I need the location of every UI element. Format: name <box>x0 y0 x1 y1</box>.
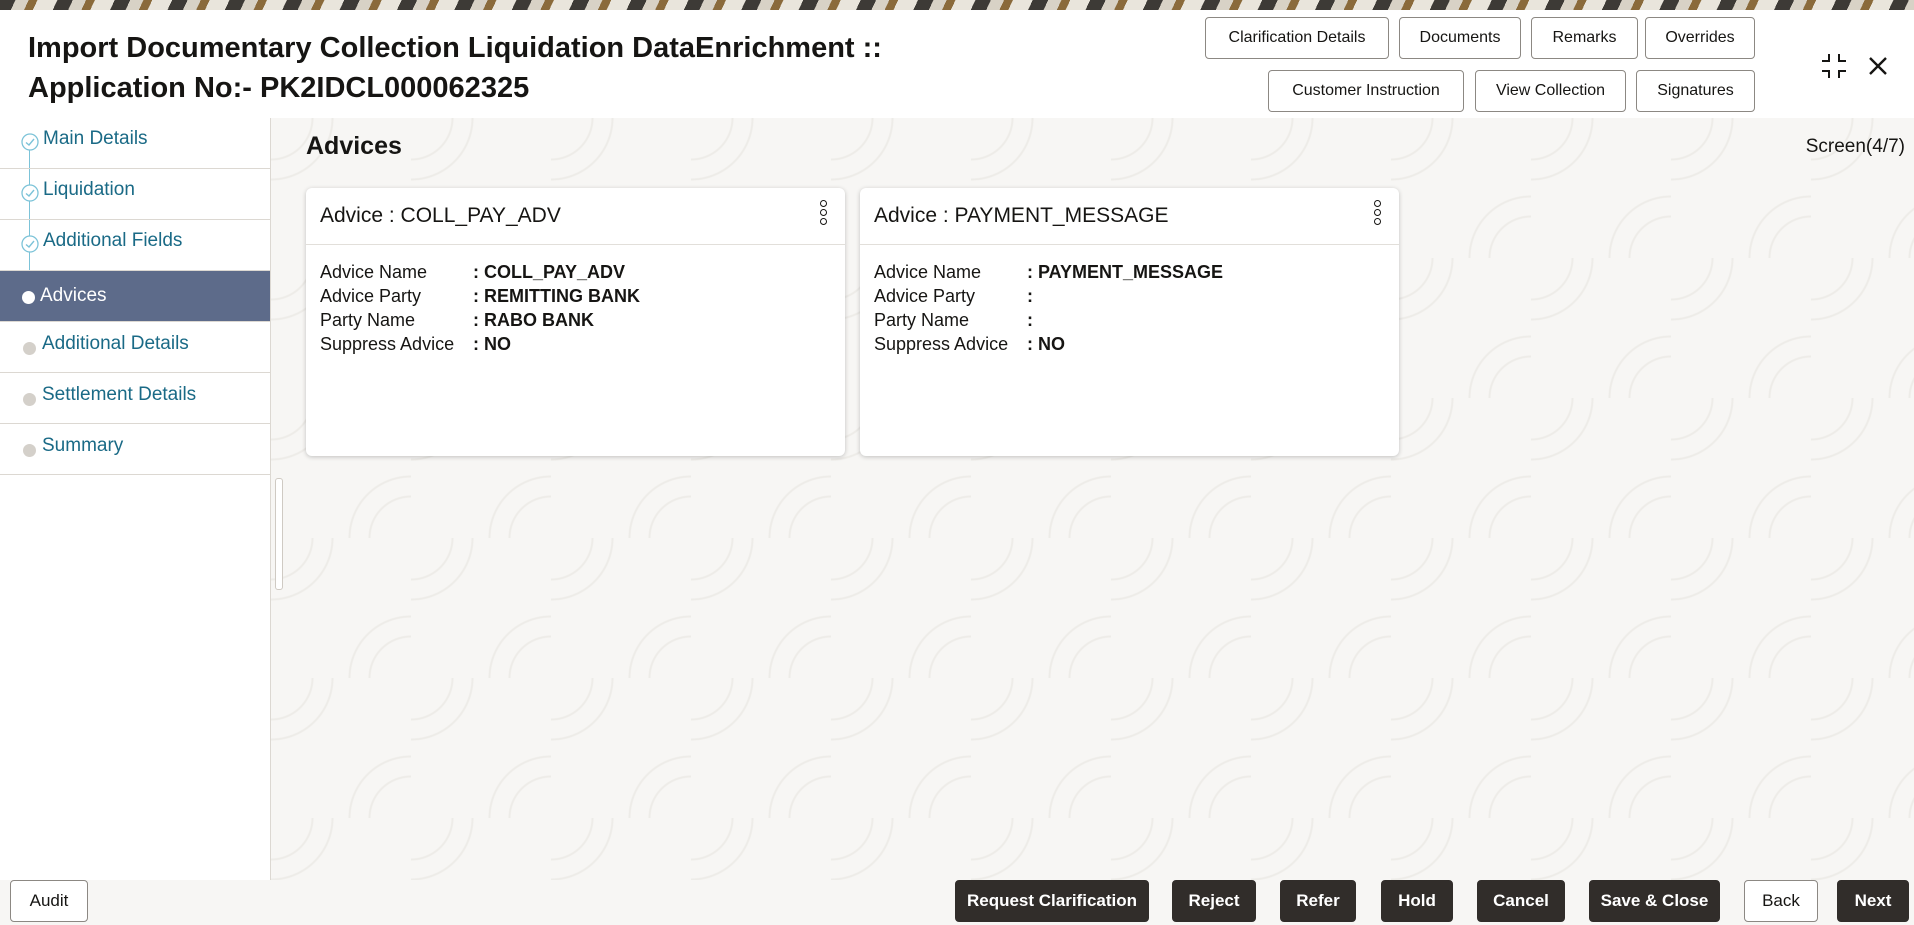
hold-button[interactable]: Hold <box>1381 880 1453 922</box>
step-navigation: Main Details Liquidation Additional Fiel… <box>0 118 271 880</box>
action-footer: Audit Request Clarification Reject Refer… <box>0 880 1914 925</box>
page-title: Import Documentary Collection Liquidatio… <box>28 28 882 108</box>
pending-step-dot-icon <box>23 444 36 457</box>
party-name-label: Party Name <box>874 310 970 330</box>
sidebar-item-label: Settlement Details <box>42 384 197 405</box>
refer-button[interactable]: Refer <box>1280 880 1356 922</box>
party-name-row: Party Name: <box>874 310 1033 330</box>
advice-name-value: PAYMENT_MESSAGE <box>1038 262 1224 282</box>
advice-card-header: Advice : PAYMENT_MESSAGE <box>860 188 1399 245</box>
sidebar-item-additional-details[interactable]: Additional Details <box>0 322 270 373</box>
audit-button[interactable]: Audit <box>10 880 88 922</box>
advice-details: Advice Name: PAYMENT_MESSAGE Advice Part… <box>874 260 1223 356</box>
screen-counter: Screen(4/7) <box>1805 136 1905 157</box>
page-header: Import Documentary Collection Liquidatio… <box>0 10 1914 119</box>
cancel-button[interactable]: Cancel <box>1477 880 1565 922</box>
overrides-button[interactable]: Overrides <box>1645 17 1755 59</box>
advice-name-row: Advice Name: COLL_PAY_ADV <box>320 262 626 282</box>
sidebar-item-label: Main Details <box>43 128 148 149</box>
current-step-dot-icon <box>22 291 35 304</box>
sidebar-item-label: Additional Fields <box>43 230 183 251</box>
clarification-details-button[interactable]: Clarification Details <box>1205 17 1389 59</box>
advice-card: Advice : COLL_PAY_ADV Advice Name: COLL_… <box>306 188 845 456</box>
customer-instruction-button[interactable]: Customer Instruction <box>1268 70 1464 112</box>
advice-party-value: REMITTING BANK <box>484 286 640 306</box>
sidebar-item-main-details[interactable]: Main Details <box>0 118 270 169</box>
suppress-advice-label: Suppress Advice <box>320 334 455 354</box>
close-icon[interactable] <box>1862 50 1894 82</box>
advice-details: Advice Name: COLL_PAY_ADV Advice Party: … <box>320 260 640 356</box>
top-decorative-strip <box>0 0 1914 10</box>
more-options-icon[interactable] <box>817 200 829 232</box>
party-name-value: RABO BANK <box>484 310 594 330</box>
more-options-icon[interactable] <box>1371 200 1383 232</box>
advice-party-row: Advice Party: <box>874 286 1033 306</box>
sidebar-item-label: Advices <box>40 285 107 306</box>
check-circle-icon <box>21 133 39 151</box>
advice-name-label: Advice Name <box>320 262 428 282</box>
sidebar-item-advices[interactable]: Advices <box>0 271 270 322</box>
party-name-row: Party Name: RABO BANK <box>320 310 594 330</box>
remarks-button[interactable]: Remarks <box>1531 17 1638 59</box>
party-name-label: Party Name <box>320 310 416 330</box>
signatures-button[interactable]: Signatures <box>1636 70 1755 112</box>
suppress-advice-row: Suppress Advice: NO <box>874 334 1065 354</box>
advice-name-label: Advice Name <box>874 262 982 282</box>
next-button[interactable]: Next <box>1837 880 1909 922</box>
check-circle-icon <box>21 235 39 253</box>
sidebar-item-settlement-details[interactable]: Settlement Details <box>0 373 270 424</box>
view-collection-button[interactable]: View Collection <box>1475 70 1626 112</box>
sidebar-resize-handle[interactable] <box>275 478 283 590</box>
sidebar-item-label: Additional Details <box>42 333 189 354</box>
advice-card: Advice : PAYMENT_MESSAGE Advice Name: PA… <box>860 188 1399 456</box>
documents-button[interactable]: Documents <box>1399 17 1521 59</box>
save-close-button[interactable]: Save & Close <box>1589 880 1720 922</box>
application-number: Application No:- PK2IDCL000062325 <box>28 72 530 104</box>
advice-party-row: Advice Party: REMITTING BANK <box>320 286 640 306</box>
check-circle-icon <box>21 184 39 202</box>
page-title-line1: Import Documentary Collection Liquidatio… <box>28 32 882 64</box>
sidebar-item-liquidation[interactable]: Liquidation <box>0 169 270 220</box>
sidebar-item-label: Liquidation <box>43 179 135 200</box>
main-content: Advices Screen(4/7) Advice : COLL_PAY_AD… <box>271 118 1914 880</box>
advice-party-label: Advice Party <box>874 286 976 306</box>
back-button[interactable]: Back <box>1744 880 1818 922</box>
advice-name-row: Advice Name: PAYMENT_MESSAGE <box>874 262 1224 282</box>
pending-step-dot-icon <box>23 342 36 355</box>
sidebar-item-summary[interactable]: Summary <box>0 424 270 475</box>
collapse-icon[interactable] <box>1818 50 1850 82</box>
suppress-advice-value: NO <box>1038 334 1065 354</box>
advice-card-header: Advice : COLL_PAY_ADV <box>306 188 845 245</box>
advice-name-value: COLL_PAY_ADV <box>484 262 626 282</box>
section-title: Advices <box>306 132 402 160</box>
suppress-advice-value: NO <box>484 334 511 354</box>
request-clarification-button[interactable]: Request Clarification <box>955 880 1149 922</box>
sidebar-item-additional-fields[interactable]: Additional Fields <box>0 220 270 271</box>
sidebar-item-label: Summary <box>42 435 124 456</box>
reject-button[interactable]: Reject <box>1172 880 1256 922</box>
advice-card-title: Advice : COLL_PAY_ADV <box>320 204 561 227</box>
advice-party-label: Advice Party <box>320 286 422 306</box>
advice-card-title: Advice : PAYMENT_MESSAGE <box>874 204 1169 227</box>
pending-step-dot-icon <box>23 393 36 406</box>
suppress-advice-label: Suppress Advice <box>874 334 1009 354</box>
suppress-advice-row: Suppress Advice: NO <box>320 334 511 354</box>
